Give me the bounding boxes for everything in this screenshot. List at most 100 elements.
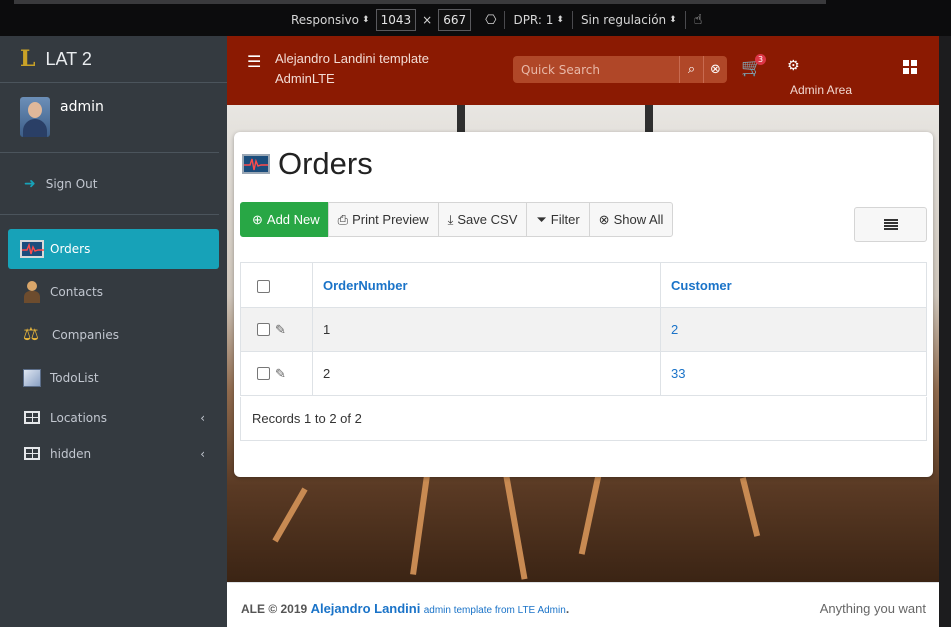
select-all-checkbox[interactable]: [257, 279, 270, 293]
footer-dot: .: [565, 602, 570, 616]
order-number-cell: 1: [312, 307, 661, 352]
filter-button[interactable]: ⏷ Filter: [526, 202, 590, 237]
admin-area-label: Admin Area: [790, 83, 853, 97]
quick-search-input[interactable]: Quick Search: [513, 63, 679, 77]
print-icon: ⎙: [337, 211, 349, 227]
orders-monitor-icon: [242, 154, 270, 174]
devtools-top-strip: [14, 0, 826, 4]
sidebar-item-companies[interactable]: ⚖ Companies: [8, 315, 219, 355]
user-name: admin: [60, 99, 104, 115]
sidebar-item-label: Locations: [50, 410, 108, 425]
cart-icon[interactable]: 🛒 3: [741, 54, 767, 78]
dpr-select-label: DPR: 1: [513, 13, 554, 27]
footer: ALE © 2019 Alejandro Landini admin templ…: [227, 582, 939, 627]
save-csv-button[interactable]: ⤓ Save CSV: [437, 202, 528, 237]
dpr-select[interactable]: DPR: 1 ⬍: [513, 13, 563, 27]
footer-prefix: ALE © 2019: [241, 602, 308, 616]
quick-search: Quick Search ⌕ ⊗: [513, 56, 727, 83]
show-all-label: Show All: [613, 212, 664, 227]
devtools-divider: [684, 11, 686, 29]
search-icon[interactable]: ⌕: [679, 56, 703, 83]
throttle-select-label: Sin regulación: [580, 13, 667, 27]
navbar-title-line1: Alejandro Landini template: [275, 51, 429, 66]
row-select-cell: ✎: [240, 351, 313, 396]
chevron-left-icon: ‹: [200, 446, 205, 461]
brand-name: LAT 2: [45, 48, 92, 69]
filter-icon: ⏷: [536, 211, 547, 227]
brand-link[interactable]: L LAT 2: [0, 36, 227, 83]
print-preview-button[interactable]: ⎙ Print Preview: [327, 202, 439, 237]
table-row: ✎ 1 2: [240, 307, 927, 352]
download-icon: ⤓: [447, 211, 454, 227]
grid-toolbar: ⊕ Add New ⎙ Print Preview ⤓ Save CSV ⏷ F…: [240, 202, 674, 237]
sidebar-item-contacts[interactable]: Contacts: [8, 272, 219, 312]
edit-icon[interactable]: ✎: [275, 322, 286, 338]
row-checkbox[interactable]: [257, 323, 270, 337]
sign-out-icon: ➜: [24, 175, 36, 192]
devtools-divider: [571, 11, 573, 29]
hamburger-menu-icon[interactable]: ☰: [247, 52, 261, 71]
apps-grid-icon[interactable]: [903, 60, 917, 74]
viewport-edge: [939, 36, 951, 627]
device-select-label: Responsivo: [291, 13, 360, 27]
print-preview-label: Print Preview: [352, 212, 429, 227]
column-header-ordernumber[interactable]: OrderNumber: [312, 262, 661, 308]
orders-card: Orders ⊕ Add New ⎙ Print Preview ⤓ Save …: [234, 132, 933, 477]
dimension-times-sign: ×: [422, 13, 433, 27]
footer-copyright: ALE © 2019 Alejandro Landini admin templ…: [241, 601, 569, 616]
avatar: [20, 97, 50, 137]
select-arrows-icon: ⬍: [669, 15, 677, 25]
column-header-customer[interactable]: Customer: [660, 262, 927, 308]
row-select-cell: ✎: [240, 307, 313, 352]
touch-simulation-icon[interactable]: ☝: [694, 12, 703, 28]
throttle-select[interactable]: Sin regulación ⬍: [581, 13, 677, 27]
customer-link[interactable]: 33: [660, 351, 927, 396]
select-all-cell: [240, 262, 313, 308]
customer-link[interactable]: 2: [660, 307, 927, 352]
show-all-button[interactable]: ⊗ Show All: [588, 202, 674, 237]
viewport-height-input[interactable]: 667: [438, 9, 472, 31]
viewport-width-input[interactable]: 1043: [375, 9, 417, 31]
device-select[interactable]: Responsivo ⬍: [291, 13, 370, 27]
balance-scale-icon: ⚖: [22, 324, 40, 345]
records-summary: Records 1 to 2 of 2: [240, 397, 927, 441]
sidebar: L LAT 2 admin ➜ Sign Out Orders Contacts…: [0, 36, 227, 627]
sidebar-item-label: Orders: [50, 242, 91, 256]
rotate-viewport-icon[interactable]: ⎔: [485, 13, 496, 28]
edit-icon[interactable]: ✎: [275, 366, 286, 382]
filter-label: Filter: [550, 212, 580, 227]
row-checkbox[interactable]: [257, 367, 270, 381]
chevron-left-icon: ‹: [200, 410, 205, 425]
page-title: Orders: [242, 146, 373, 182]
select-arrows-icon: ⬍: [362, 15, 370, 25]
sidebar-item-todolist[interactable]: TodoList: [8, 358, 219, 398]
devtools-controls: Responsivo ⬍ 1043 × 667 ⎔ DPR: 1 ⬍ Sin r…: [291, 9, 702, 31]
orders-monitor-icon: [20, 240, 44, 258]
brand-logo: L: [20, 46, 36, 72]
user-panel[interactable]: admin: [0, 83, 219, 153]
sidebar-nav: Orders Contacts ⚖ Companies TodoList Loc…: [0, 215, 227, 470]
sidebar-item-locations[interactable]: Locations ‹: [8, 401, 219, 434]
sidebar-item-hidden[interactable]: hidden ‹: [8, 437, 219, 470]
sign-out-link[interactable]: ➜ Sign Out: [0, 153, 219, 215]
column-options-button[interactable]: [854, 207, 927, 242]
orders-table: OrderNumber Customer ✎ 1 2 ✎ 2 33: [240, 262, 927, 396]
clear-search-icon[interactable]: ⊗: [703, 56, 727, 83]
sidebar-item-orders[interactable]: Orders: [8, 229, 219, 269]
page-title-text: Orders: [278, 146, 373, 181]
table-grid-icon: [24, 447, 40, 460]
table-header-row: OrderNumber Customer: [240, 262, 927, 308]
sidebar-item-label: Companies: [52, 328, 119, 342]
add-new-button[interactable]: ⊕ Add New: [240, 202, 329, 237]
footer-author-link[interactable]: Alejandro Landini: [311, 601, 421, 616]
footer-source-link[interactable]: admin template from LTE Admin: [424, 605, 566, 616]
order-number-cell: 2: [312, 351, 661, 396]
devtools-divider: [504, 11, 506, 29]
list-icon: [883, 218, 898, 231]
cart-badge: 3: [755, 54, 767, 65]
devtools-responsive-bar: Responsivo ⬍ 1043 × 667 ⎔ DPR: 1 ⬍ Sin r…: [0, 0, 951, 36]
sign-out-label: Sign Out: [45, 176, 98, 191]
sidebar-item-label: TodoList: [50, 371, 99, 385]
add-new-label: Add New: [266, 212, 320, 227]
gears-icon: ⚙: [787, 58, 800, 74]
